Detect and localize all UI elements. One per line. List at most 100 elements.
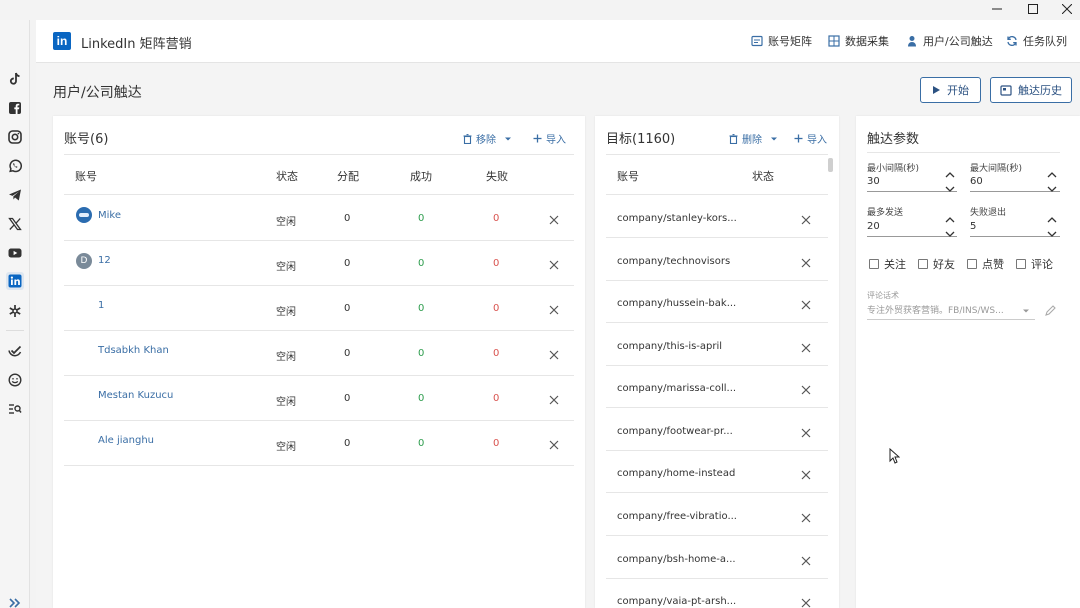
caret-down-icon[interactable] [1022, 308, 1030, 314]
nav-data-collection[interactable]: 数据采集 [828, 33, 889, 49]
option-comment-checkbox[interactable]: 评论 [1016, 256, 1053, 272]
option-follow-checkbox[interactable]: 关注 [869, 256, 906, 272]
account-status: 空闲 [276, 442, 296, 453]
facebook-icon[interactable] [6, 99, 24, 117]
option-friend-checkbox[interactable]: 好友 [918, 256, 955, 272]
targets-title: 目标(1160) [606, 132, 676, 147]
account-name[interactable]: Mestan Kuzucu [98, 390, 173, 401]
account-fail: 0 [493, 213, 500, 224]
verified-check-icon[interactable] [6, 342, 24, 360]
remove-target-button[interactable] [799, 596, 813, 608]
account-name[interactable]: Tdsabkh Khan [98, 345, 169, 356]
row-divider [606, 237, 828, 238]
automation-star-icon[interactable] [6, 302, 24, 320]
option-label: 关注 [884, 258, 906, 271]
trash-icon [463, 133, 472, 144]
avatar [76, 207, 92, 223]
account-success: 0 [418, 393, 425, 404]
remove-target-button[interactable] [799, 341, 813, 355]
youtube-icon[interactable] [6, 244, 24, 262]
play-icon [933, 86, 940, 94]
row-divider [64, 330, 574, 331]
nav-user-company-reach[interactable]: 用户/公司触达 [906, 33, 993, 49]
refresh-icon [1007, 35, 1017, 47]
targets-panel: 目标(1160) 删除 导入 账号 状态 company/stanley-kor… [595, 116, 839, 608]
remove-target-button[interactable] [799, 256, 813, 270]
remove-target-button[interactable] [799, 213, 813, 227]
nav-account-matrix[interactable]: 账号矩阵 [751, 33, 812, 49]
remove-target-button[interactable] [799, 383, 813, 397]
header-divider [64, 154, 574, 155]
close-window-button[interactable] [1050, 0, 1080, 18]
remove-target-button[interactable] [799, 468, 813, 482]
remove-row-button[interactable] [547, 393, 561, 407]
close-icon [801, 556, 811, 566]
x-twitter-icon[interactable] [6, 215, 24, 233]
close-icon [801, 385, 811, 395]
option-like-checkbox[interactable]: 点赞 [967, 256, 1004, 272]
remove-row-button[interactable] [547, 348, 561, 362]
pencil-edit-icon[interactable] [1045, 305, 1056, 316]
id-card-icon [751, 35, 763, 47]
close-icon [801, 598, 811, 608]
remove-target-button[interactable] [799, 298, 813, 312]
account-success: 0 [418, 438, 425, 449]
target-name: company/bsh-home-a... [617, 554, 736, 565]
remove-target-button[interactable] [799, 554, 813, 568]
remove-target-button[interactable] [799, 426, 813, 440]
max-send-stepper[interactable] [944, 217, 956, 237]
account-name[interactable]: Mike [98, 210, 121, 221]
maximize-button[interactable] [1016, 0, 1050, 18]
start-button[interactable]: 开始 [920, 77, 981, 103]
avatar-image-icon [79, 213, 89, 217]
whatsapp-icon[interactable] [6, 157, 24, 175]
row-divider [606, 407, 828, 408]
fail-exit-stepper[interactable] [1046, 217, 1058, 237]
instagram-icon[interactable] [6, 128, 24, 146]
chevron-up-icon [945, 172, 955, 178]
list-search-icon[interactable] [6, 400, 24, 418]
import-account-button[interactable]: 导入 [533, 131, 566, 146]
account-name[interactable]: 1 [98, 300, 104, 311]
remove-row-button[interactable] [547, 258, 561, 272]
reach-history-button[interactable]: 触达历史 [990, 77, 1072, 103]
accounts-panel: 账号(6) 移除 导入 账号 状态 分配 成功 失败 Mike 空闲 0 0 0… [53, 116, 585, 608]
nav-label: 用户/公司触达 [923, 35, 993, 48]
checkbox-box [869, 259, 879, 269]
row-divider [64, 194, 574, 195]
target-name: company/home-instead [617, 468, 736, 479]
minimize-button[interactable] [980, 0, 1014, 18]
account-name[interactable]: Ale jianghu [98, 435, 154, 446]
column-header-success: 成功 [410, 170, 432, 183]
remove-row-button[interactable] [547, 213, 561, 227]
targets-scrollbar[interactable] [828, 158, 833, 172]
min-interval-stepper[interactable] [944, 172, 956, 192]
account-fail: 0 [493, 258, 500, 269]
delete-target-button[interactable]: 删除 [729, 131, 778, 146]
expand-sidebar-icon[interactable] [6, 594, 24, 608]
nav-task-queue[interactable]: 任务队列 [1006, 33, 1067, 49]
target-name: company/free-vibratio... [617, 511, 737, 522]
telegram-icon[interactable] [6, 186, 24, 204]
remove-row-button[interactable] [547, 438, 561, 452]
account-status: 空闲 [276, 352, 296, 363]
account-success: 0 [418, 303, 425, 314]
user-icon [908, 36, 916, 47]
comment-script-select[interactable]: 专注外贸获客营销。FB/INS/WS... [867, 300, 1035, 320]
account-status: 空闲 [276, 217, 296, 228]
import-target-button[interactable]: 导入 [794, 131, 827, 146]
column-header-status: 状态 [276, 170, 298, 183]
account-fail: 0 [493, 348, 500, 359]
remove-account-button[interactable]: 移除 [463, 131, 512, 146]
row-divider [64, 285, 574, 286]
remove-target-button[interactable] [799, 511, 813, 525]
account-name[interactable]: 12 [98, 255, 111, 266]
remove-row-button[interactable] [547, 303, 561, 317]
tiktok-icon[interactable] [6, 70, 24, 88]
target-name: company/footwear-pr... [617, 426, 733, 437]
account-success: 0 [418, 213, 425, 224]
linkedin-icon[interactable] [6, 272, 24, 290]
emoji-face-icon[interactable] [6, 371, 24, 389]
max-interval-stepper[interactable] [1046, 172, 1058, 192]
option-label: 好友 [933, 258, 955, 271]
